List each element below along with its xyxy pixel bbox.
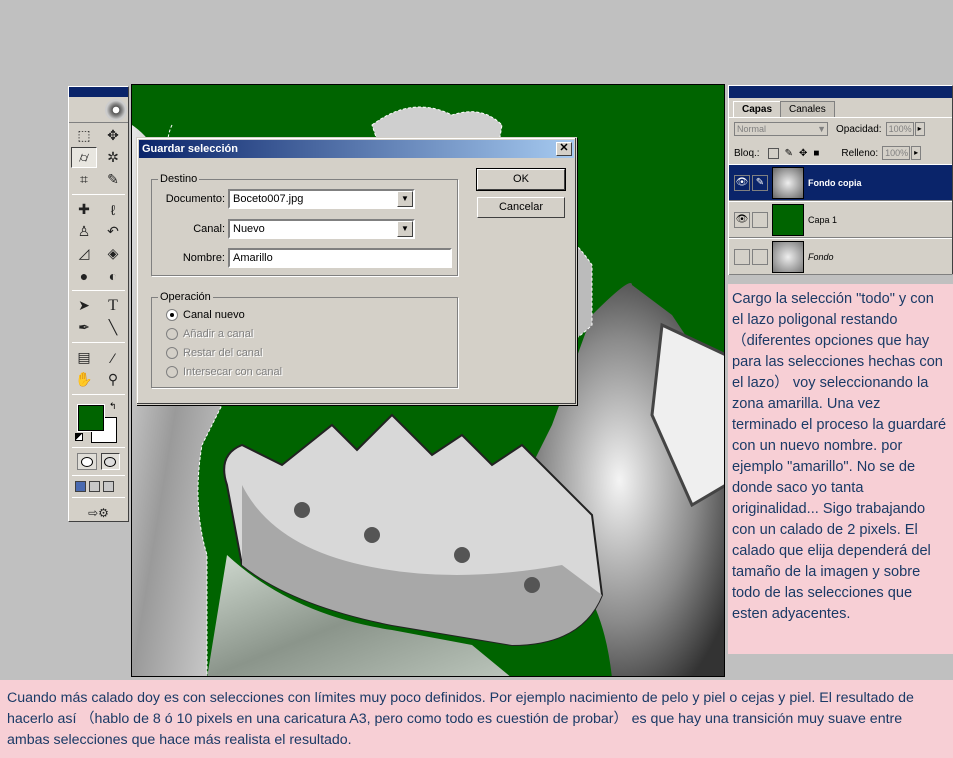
chevron-down-icon[interactable]: ▼: [397, 221, 413, 237]
side-note-text: Cargo la selección "todo" y con el lazo …: [728, 284, 953, 654]
blur-icon[interactable]: ●: [71, 265, 97, 286]
eyedropper-icon[interactable]: ⁄: [100, 347, 126, 368]
swap-colors-icon[interactable]: ↰: [109, 401, 117, 412]
radio-intersecar-canal[interactable]: Intersecar con canal: [166, 366, 282, 378]
lock-paint-icon[interactable]: ✎: [785, 148, 793, 159]
radio-dot: [166, 347, 178, 359]
lock-move-icon[interactable]: ✥: [799, 148, 807, 159]
toolbox-titlebar[interactable]: [69, 87, 128, 97]
opacity-arrow-icon[interactable]: ▸: [914, 122, 925, 136]
move-icon[interactable]: ✥: [100, 125, 126, 146]
opacity-input[interactable]: 100%: [885, 122, 914, 136]
documento-label: Documento:: [165, 193, 225, 205]
history-brush-icon[interactable]: ↶: [100, 221, 126, 242]
magic-wand-icon[interactable]: ✲: [100, 147, 126, 168]
lock-transparency-icon[interactable]: [767, 147, 779, 159]
standard-mode-button[interactable]: [77, 453, 97, 470]
slice-icon[interactable]: ✎: [100, 169, 126, 190]
save-selection-dialog: Guardar selección ✕ Destino Documento: B…: [136, 137, 577, 405]
eye-icon[interactable]: 👁: [734, 174, 750, 191]
bottom-note-text: Cuando más calado doy es con selecciones…: [0, 680, 953, 758]
layer-name: Fondo copia: [808, 177, 862, 188]
layer-row-fondo-copia[interactable]: 👁 ✎ Fondo copia: [729, 164, 952, 201]
layer-thumbnail: [772, 203, 804, 236]
quickmask-mode-button[interactable]: [100, 453, 120, 470]
layer-thumbnail: [772, 166, 804, 199]
layer-thumbnail: [772, 240, 804, 273]
nombre-input[interactable]: Amarillo: [228, 248, 452, 268]
line-icon[interactable]: ╲: [100, 317, 126, 338]
layer-name: Capa 1: [808, 214, 838, 225]
clone-stamp-icon[interactable]: ♙: [71, 221, 97, 242]
chevron-down-icon[interactable]: ▼: [397, 191, 413, 207]
color-swatches: ↰: [69, 397, 128, 445]
blend-mode-select[interactable]: Normal ▼: [734, 122, 828, 136]
radio-dot: [166, 309, 178, 321]
pen-icon[interactable]: ✒: [71, 317, 97, 338]
zoom-icon[interactable]: ⚲: [100, 369, 126, 390]
layers-panel: Capas Canales Normal ▼ Opacidad: 100% ▸ …: [728, 85, 953, 275]
lock-all-icon[interactable]: ■: [813, 148, 819, 159]
hand-icon[interactable]: ✋: [71, 369, 97, 390]
opacity-label: Opacidad:: [836, 123, 882, 135]
paint-bucket-icon[interactable]: ◈: [100, 243, 126, 264]
layers-panel-titlebar[interactable]: [729, 86, 952, 98]
eraser-icon[interactable]: ◿: [71, 243, 97, 264]
screen-mode-full-icon[interactable]: [103, 481, 114, 492]
chevron-down-icon: ▼: [817, 124, 826, 134]
fill-label: Relleno:: [841, 147, 879, 159]
foreground-color-swatch[interactable]: [77, 404, 105, 432]
radio-dot: [166, 366, 178, 378]
ok-button[interactable]: OK: [476, 168, 566, 191]
dialog-title: Guardar selección: [142, 143, 238, 155]
notes-icon[interactable]: ▤: [71, 347, 97, 368]
tab-capas[interactable]: Capas: [733, 101, 782, 117]
layer-name: Fondo: [808, 251, 834, 262]
radio-canal-nuevo[interactable]: Canal nuevo: [166, 309, 245, 321]
jump-to-imageready-icon[interactable]: ⇨⚙: [77, 502, 120, 523]
eye-icon[interactable]: 👁: [734, 211, 750, 228]
link-slot-icon[interactable]: [752, 211, 768, 228]
photoshop-logo[interactable]: [69, 97, 128, 123]
close-icon[interactable]: ✕: [556, 142, 572, 156]
layer-row-fondo[interactable]: Fondo: [729, 238, 952, 275]
polygonal-lasso-icon[interactable]: ⌭: [71, 147, 97, 168]
link-slot-icon[interactable]: [752, 248, 768, 265]
toolbox: ⬚ ✥ ⌭ ✲ ⌗ ✎ ✚ ℓ ♙ ↶ ◿ ◈ ● ◐ ➤ T ✒ ╲ ▤ ⁄ …: [68, 86, 129, 522]
cancel-button[interactable]: Cancelar: [477, 197, 565, 218]
visibility-slot-icon[interactable]: [734, 248, 750, 265]
destino-legend: Destino: [160, 173, 198, 185]
screen-mode-standard-icon[interactable]: [75, 481, 86, 492]
radio-dot: [166, 328, 178, 340]
fill-input[interactable]: 100%: [882, 146, 911, 160]
layer-row-capa-1[interactable]: 👁 Capa 1: [729, 201, 952, 238]
crop-icon[interactable]: ⌗: [71, 169, 97, 190]
brush-link-icon[interactable]: ✎: [752, 174, 768, 191]
operacion-legend: Operación: [160, 291, 211, 303]
default-colors-icon[interactable]: [75, 433, 83, 441]
screen-mode-menu-icon[interactable]: [89, 481, 100, 492]
dialog-titlebar[interactable]: Guardar selección ✕: [139, 140, 574, 158]
fill-arrow-icon[interactable]: ▸: [911, 146, 922, 160]
lock-label: Bloq.:: [734, 147, 760, 159]
canal-label: Canal:: [193, 223, 225, 235]
documento-select[interactable]: Boceto007.jpg ▼: [228, 189, 415, 209]
tab-canales[interactable]: Canales: [780, 101, 835, 117]
dodge-icon[interactable]: ◐: [100, 265, 126, 286]
radio-anadir-canal[interactable]: Añadir a canal: [166, 328, 253, 340]
type-icon[interactable]: T: [100, 295, 126, 316]
nombre-label: Nombre:: [182, 252, 225, 264]
radio-restar-canal[interactable]: Restar del canal: [166, 347, 263, 359]
canal-select[interactable]: Nuevo ▼: [228, 219, 415, 239]
path-select-icon[interactable]: ➤: [71, 295, 97, 316]
marquee-icon[interactable]: ⬚: [71, 125, 97, 146]
brush-icon[interactable]: ℓ: [100, 199, 126, 220]
healing-brush-icon[interactable]: ✚: [71, 199, 97, 220]
